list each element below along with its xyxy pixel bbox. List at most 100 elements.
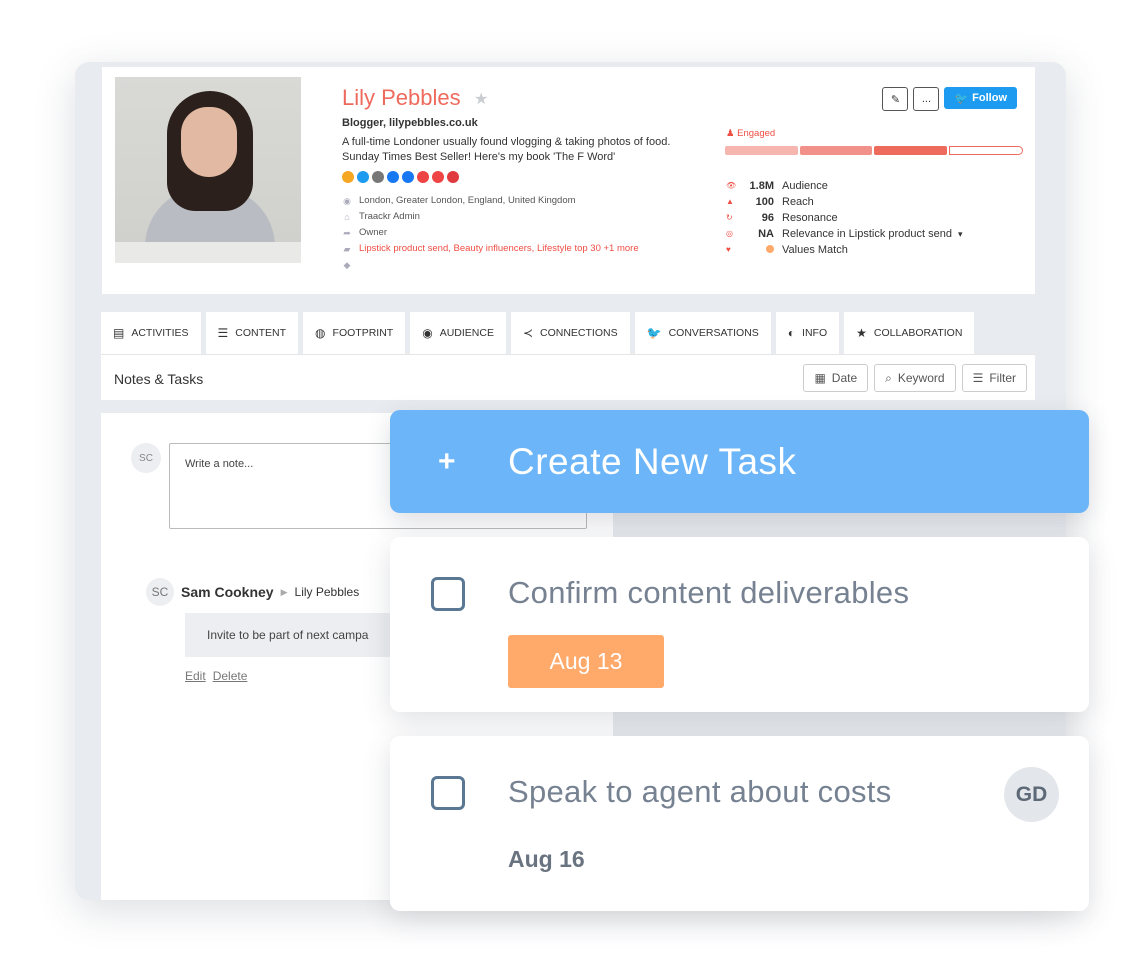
follow-button[interactable]: 🐦 Follow	[944, 87, 1017, 109]
task-title: Confirm content deliverables	[508, 575, 910, 610]
stat-value: 100	[755, 196, 774, 208]
arrow-icon: ➦	[343, 228, 351, 238]
arrow-right-icon: ▶	[280, 586, 288, 597]
stat-label: Audience	[782, 180, 828, 192]
stat-row: ↻ 96 Resonance	[726, 210, 963, 226]
eye-icon: 👁	[726, 181, 737, 190]
note-author-row: SC Sam Cookney ▶ Lily Pebbles	[146, 578, 359, 606]
profile-name: Lily Pebbles	[342, 85, 461, 110]
stat-row: ♥ Values Match	[726, 242, 963, 258]
author-name[interactable]: Sam Cookney	[181, 584, 274, 600]
stat-value: 96	[761, 212, 774, 224]
share-icon: ≺	[522, 326, 534, 340]
search-icon: ⌕	[885, 370, 892, 385]
tab-label: CONTENT	[235, 327, 287, 339]
tab-label: CONVERSATIONS	[668, 327, 759, 339]
lists-link[interactable]: Lipstick product send, Beauty influencer…	[359, 241, 639, 257]
tag-icon[interactable]: ◆	[342, 257, 352, 273]
profile-bio: A full-time Londoner usually found vlogg…	[342, 136, 671, 163]
activities-icon: ▤	[113, 326, 125, 340]
profile-photo	[115, 77, 301, 263]
tab-label: AUDIENCE	[439, 327, 494, 339]
tab-collaboration[interactable]: ★ COLLABORATION	[844, 312, 975, 354]
tab-label: COLLABORATION	[873, 327, 963, 339]
twitter-icon: 🐦	[954, 92, 969, 105]
engagement-bar	[725, 146, 1023, 155]
engaged-badge: ♟ Engaged	[726, 128, 776, 139]
star-icon: ★	[856, 326, 867, 340]
refresh-icon: ↻	[726, 213, 733, 222]
recipient-name[interactable]: Lily Pebbles	[295, 585, 360, 599]
notes-header: Notes & Tasks ▦ Date ⌕ Keyword ☰ Filter	[101, 354, 1035, 400]
chevron-down-icon[interactable]: ▾	[958, 226, 963, 242]
heart-icon: ♥	[726, 245, 731, 254]
tab-connections[interactable]: ≺ CONNECTIONS	[510, 312, 630, 354]
folder-icon: ▰	[343, 244, 351, 254]
home-icon: ⌂	[344, 212, 350, 222]
tab-footprint[interactable]: ◍ FOOTPRINT	[303, 312, 406, 354]
stat-label: Values Match	[782, 244, 848, 256]
profile-meta: ◉ London, Greater London, England, United…	[342, 193, 639, 273]
tab-conversations[interactable]: 🐦 CONVERSATIONS	[634, 312, 771, 354]
notes-title: Notes & Tasks	[114, 371, 204, 387]
stat-row: ▲ 100 Reach	[726, 194, 963, 210]
edit-icon: ✎	[890, 93, 901, 106]
social-icon[interactable]	[432, 171, 444, 183]
stat-label: Reach	[782, 196, 814, 208]
favorite-star-icon[interactable]: ★	[474, 89, 488, 109]
social-icon[interactable]	[342, 171, 354, 183]
social-icon[interactable]	[372, 171, 384, 183]
location-icon: ◉	[343, 196, 351, 206]
create-task-button[interactable]: + Create New Task	[390, 410, 1089, 513]
profile-actions: ✎ ... 🐦 Follow	[882, 87, 1017, 111]
note-actions: Edit Delete	[185, 669, 247, 683]
social-icon[interactable]	[387, 171, 399, 183]
stat-value: NA	[758, 228, 774, 240]
assignee-avatar[interactable]: GD	[1004, 767, 1059, 822]
keyword-filter-button[interactable]: ⌕ Keyword	[874, 364, 956, 392]
plus-icon: +	[438, 444, 456, 478]
location-text: London, Greater London, England, United …	[359, 195, 576, 206]
profile-subtitle: Blogger, lilypebbles.co.uk	[342, 117, 478, 129]
task-checkbox[interactable]	[431, 577, 465, 611]
task-card: Speak to agent about costs Aug 16 GD	[390, 736, 1089, 911]
date-filter-button[interactable]: ▦ Date	[803, 364, 869, 392]
target-icon: ◎	[726, 229, 733, 238]
delete-link[interactable]: Delete	[213, 669, 248, 683]
tab-label: CONNECTIONS	[540, 327, 618, 339]
social-icon[interactable]	[447, 171, 459, 183]
stat-row: 👁 1.8M Audience	[726, 178, 963, 194]
task-title: Speak to agent about costs	[508, 774, 892, 809]
social-icon[interactable]	[417, 171, 429, 183]
globe-icon: ◍	[315, 326, 326, 340]
due-date: Aug 16	[508, 846, 585, 872]
avatar: SC	[131, 443, 161, 473]
tab-audience[interactable]: ◉ AUDIENCE	[410, 312, 506, 354]
tab-info[interactable]: ◐ INFO	[775, 312, 840, 354]
tab-content[interactable]: ☰ CONTENT	[205, 312, 299, 354]
engagement-segment	[799, 146, 872, 155]
stat-label: Relevance in Lipstick product send	[782, 228, 952, 240]
tab-label: ACTIVITIES	[131, 327, 189, 339]
eye-icon: ◉	[422, 326, 433, 340]
tab-label: FOOTPRINT	[332, 327, 394, 339]
engagement-segment	[948, 146, 1023, 155]
filter-button[interactable]: ☰ Filter	[961, 364, 1027, 392]
social-icon[interactable]	[357, 171, 369, 183]
stat-label: Resonance	[782, 212, 838, 224]
more-button[interactable]: ...	[913, 87, 940, 111]
social-icon[interactable]	[402, 171, 414, 183]
due-date-badge: Aug 13	[508, 635, 664, 688]
calendar-icon: ▦	[814, 371, 826, 385]
edit-button[interactable]: ✎	[882, 87, 909, 111]
people-icon: ▲	[726, 197, 734, 206]
stat-value	[748, 242, 782, 258]
task-checkbox[interactable]	[431, 776, 465, 810]
edit-link[interactable]: Edit	[185, 669, 206, 683]
engagement-segment	[874, 146, 947, 155]
stat-row: ◎ NA Relevance in Lipstick product send ▾	[726, 226, 963, 242]
stats-list: 👁 1.8M Audience ▲ 100 Reach ↻ 96 Resonance ◎ NA Rel…	[726, 178, 963, 258]
stat-value: 1.8M	[749, 180, 774, 192]
tab-activities[interactable]: ▤ ACTIVITIES	[101, 312, 201, 354]
sliders-icon: ☰	[972, 371, 984, 385]
